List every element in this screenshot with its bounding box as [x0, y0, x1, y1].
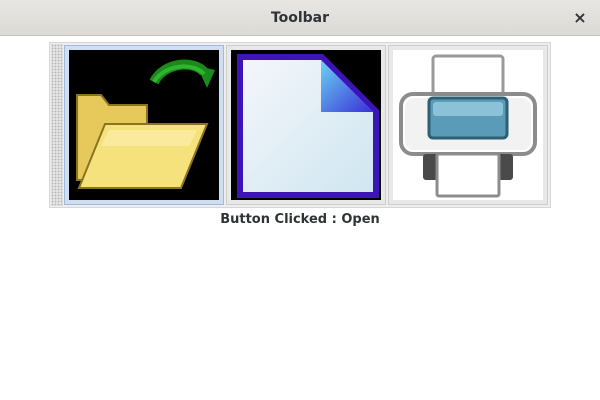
new-button[interactable] [226, 45, 386, 205]
window-title: Toolbar [270, 10, 330, 26]
status-label: Button Clicked : Open [220, 212, 380, 227]
toolbar-grip-handle[interactable] [51, 44, 63, 206]
close-button[interactable]: × [570, 8, 590, 28]
app-window: Toolbar × Button Clicked: Open [0, 0, 600, 400]
print-button[interactable] [388, 45, 548, 205]
printer-icon [393, 50, 543, 200]
toolbar [49, 42, 551, 208]
title-bar: Toolbar × [0, 0, 600, 36]
new-document-icon [231, 50, 381, 200]
open-button[interactable] [64, 45, 224, 205]
open-folder-icon [69, 50, 219, 200]
